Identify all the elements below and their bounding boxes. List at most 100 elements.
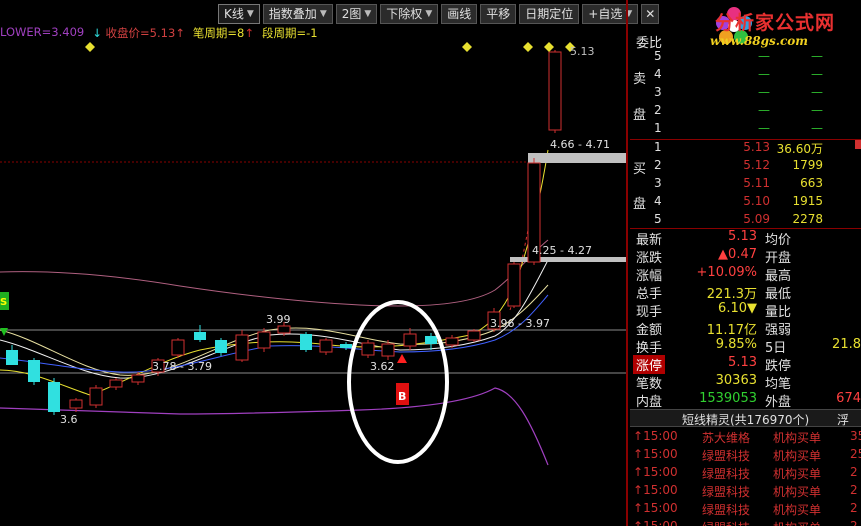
toolbar-button[interactable]: K线 ▼ <box>218 4 260 24</box>
candle-body[interactable] <box>48 382 60 412</box>
sprite-row[interactable]: ↑15:00 绿盟科技 机构买单 2 <box>630 483 861 501</box>
sprite-title: 短线精灵(共176970个) <box>682 413 810 427</box>
candle-body[interactable] <box>89 387 103 406</box>
candle-body[interactable] <box>194 332 206 340</box>
signal-diamond-icon <box>544 42 554 52</box>
close-down-icon: ↓ <box>92 26 102 40</box>
sprite-row[interactable]: ↑15:00 绿盟科技 机构买单 2 <box>630 501 861 519</box>
candle-body[interactable] <box>277 325 291 334</box>
sprite-row[interactable]: ↑15:00 绿盟科技 机构买单 2 <box>630 519 861 526</box>
sprite-event-type: 机构买单 <box>773 431 822 445</box>
quote-label: 均价 <box>765 233 792 248</box>
pen-period-value: 笔周期=8↑ <box>193 25 254 41</box>
quote-value: ▲0.47 <box>718 247 757 262</box>
candle-body[interactable] <box>215 340 227 353</box>
quote-row: 总手 221.3万 最低 <box>630 283 861 302</box>
indicator-readout: LOWER=3.409 ↓ 收盘价=5.13↑ 笔周期=8↑ 段周期=-1 <box>0 25 318 41</box>
price-zone-high <box>528 153 626 163</box>
order-marker <box>855 140 861 149</box>
quote-row: 内盘 1539053 外盘 674 <box>630 391 861 410</box>
toolbar-button[interactable]: 下除权 ▼ <box>380 4 439 24</box>
toolbar-button[interactable]: 画线 <box>441 4 478 24</box>
sprite-row[interactable]: ↑15:00 绿盟科技 机构买单 25 <box>630 447 861 465</box>
annotation-ellipse <box>347 300 449 464</box>
order-volume: — <box>811 121 823 135</box>
toolbar-button-label: 日期定位 <box>525 7 574 21</box>
kline-chart[interactable]: 5.13 4.66 - 4.71 4.25 - 4.27 3.96 - 3.97… <box>0 40 626 526</box>
candle-body[interactable] <box>300 334 312 350</box>
sell-order-row[interactable]: 3 — — <box>630 85 861 102</box>
quote-value: 5.13 <box>728 355 757 370</box>
sprite-row[interactable]: ↑15:00 苏大维格 机构买单 35 <box>630 429 861 447</box>
quote-row: 涨幅 +10.09% 最高 <box>630 265 861 284</box>
quote-row: 涨停 5.13 跌停 <box>630 355 861 374</box>
candle-body[interactable] <box>257 331 271 349</box>
quote-value: 30363 <box>715 373 757 388</box>
sprite-stock-name: 绿盟科技 <box>702 503 751 517</box>
sprite-time: ↑ 15:00 <box>633 483 678 497</box>
candle-body[interactable] <box>171 339 185 356</box>
order-price: — <box>758 67 770 81</box>
candle-body[interactable] <box>340 344 352 348</box>
candle-body[interactable] <box>319 339 333 353</box>
short-term-sprite-header[interactable]: 短线精灵(共176970个) 浮 <box>630 409 861 427</box>
buy-order-row[interactable]: 1 5.13 36.60万 <box>630 140 861 157</box>
order-price: — <box>758 85 770 99</box>
sell-order-row[interactable]: 4 — — <box>630 67 861 84</box>
sprite-time: ↑ 15:00 <box>633 447 678 461</box>
quote-label: 最高 <box>765 269 792 284</box>
up-triangle-icon <box>397 354 407 363</box>
sprite-time-text: 15:00 <box>643 501 678 515</box>
buy-order-row[interactable]: 4 5.10 1915 <box>630 194 861 211</box>
quote-row: 笔数 30363 均笔 <box>630 373 861 392</box>
quote-value: 5.13 <box>728 229 757 244</box>
sell-order-row[interactable]: 5 — — <box>630 49 861 66</box>
candle-body[interactable] <box>425 336 437 344</box>
sprite-float-toggle[interactable]: 浮 <box>837 411 849 428</box>
ma-line <box>0 149 549 396</box>
order-price: 5.09 <box>743 212 770 226</box>
order-price: — <box>758 49 770 63</box>
buy-order-row[interactable]: 5 5.09 2278 <box>630 212 861 229</box>
segment-period-text: 段周期=-1 <box>262 26 318 40</box>
candle-body[interactable] <box>235 334 249 361</box>
sprite-number: 2 <box>850 519 858 526</box>
quote-label: 现手 <box>636 305 663 320</box>
quote-value: 11.17亿 <box>706 323 757 338</box>
candle-body[interactable] <box>507 263 521 307</box>
toolbar-button[interactable]: 日期定位 <box>519 4 580 24</box>
sell-order-row[interactable]: 1 — — <box>630 121 861 138</box>
candle-body[interactable] <box>28 360 40 382</box>
buy-order-row[interactable]: 2 5.12 1799 <box>630 158 861 175</box>
sprite-time: ↑ 15:00 <box>633 501 678 515</box>
candle-body[interactable] <box>131 374 145 383</box>
candle-body[interactable] <box>403 333 417 347</box>
candle-body[interactable] <box>548 51 562 131</box>
sprite-row[interactable]: ↑15:00 绿盟科技 机构买单 2 <box>630 465 861 483</box>
candle-body[interactable] <box>445 337 459 346</box>
quote-label: 跌停 <box>765 359 792 374</box>
candle-body[interactable] <box>467 330 481 341</box>
sell-order-row[interactable]: 2 — — <box>630 103 861 120</box>
quote-row: 现手 6.10▼ 量比 <box>630 301 861 320</box>
quote-label: 总手 <box>636 287 663 302</box>
toolbar-button[interactable]: 2图 ▼ <box>335 4 378 24</box>
candle-body[interactable] <box>361 342 375 356</box>
buy-order-row[interactable]: 3 5.11 663 <box>630 176 861 193</box>
candle-body[interactable] <box>381 343 395 357</box>
order-volume: — <box>811 85 823 99</box>
kline-chart-svg[interactable]: 5.13 4.66 - 4.71 4.25 - 4.27 3.96 - 3.97… <box>0 40 626 526</box>
toolbar-button-label: 指数叠加 <box>268 7 317 21</box>
signal-diamonds <box>85 42 575 52</box>
candle-body[interactable] <box>69 399 83 409</box>
order-level: 4 <box>654 67 662 81</box>
toolbar-button[interactable]: 平移 <box>480 4 517 24</box>
candle-body[interactable] <box>109 379 123 388</box>
toolbar-button-label: 下除权 <box>386 7 423 21</box>
sprite-time-text: 15:00 <box>643 429 678 443</box>
toolbar-button[interactable]: 指数叠加 ▼ <box>262 4 333 24</box>
chart-toolbar: K线 ▼ 指数叠加 ▼ 2图 ▼ 下除权 ▼ 画线 平移 日期定位 +自选 ▼ ✕ <box>218 4 660 24</box>
candle-body[interactable] <box>6 350 18 365</box>
quote-label: 量比 <box>765 305 792 320</box>
sell-signal-label: S <box>0 297 7 308</box>
